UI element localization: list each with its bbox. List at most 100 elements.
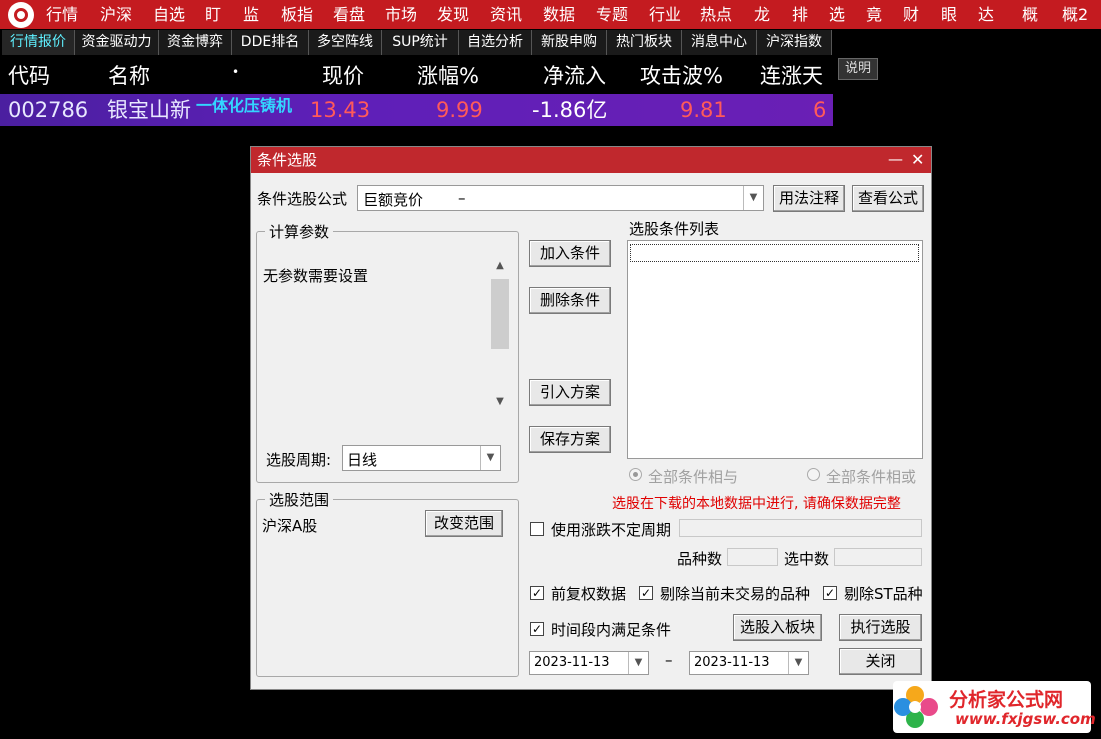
view-formula-button[interactable]: 查看公式	[852, 185, 924, 212]
radio-and[interactable]	[629, 468, 642, 481]
col-header-change[interactable]: 涨幅%	[417, 60, 479, 92]
menu-item-zixun[interactable]: 资讯	[490, 0, 522, 29]
condition-list[interactable]	[627, 240, 923, 459]
execute-button[interactable]: 执行选股	[839, 614, 922, 641]
usage-notes-button[interactable]: 用法注释	[773, 185, 845, 212]
local-data-warning: 选股在下载的本地数据中进行, 请确保数据完整	[612, 496, 901, 512]
scope-value: 沪深A股	[262, 517, 318, 535]
cell-up-days: 6	[813, 98, 827, 122]
tab-hot-sectors[interactable]: 热门板块	[607, 30, 682, 55]
tab-dde-rank[interactable]: DDE排名	[232, 30, 309, 55]
tab-news-center[interactable]: 消息中心	[682, 30, 757, 55]
change-scope-button[interactable]: 改变范围	[425, 510, 503, 537]
save-plan-button[interactable]: 保存方案	[529, 426, 611, 453]
scroll-thumb[interactable]	[491, 279, 509, 349]
col-header-dot: •	[232, 65, 240, 79]
pre-adjust-checkbox[interactable]: ✓	[530, 586, 544, 600]
tab-ipo[interactable]: 新股申购	[532, 30, 607, 55]
exclude-st-label: 剔除ST品种	[844, 585, 923, 603]
menu-item-banzhi[interactable]: 板指	[281, 0, 313, 29]
menu-item-zhuanti[interactable]: 专题	[596, 0, 628, 29]
cell-attack: 9.81	[680, 98, 727, 122]
menu-item-jing[interactable]: 竟	[866, 0, 882, 29]
tab-watchlist-analysis[interactable]: 自选分析	[459, 30, 532, 55]
watermark-text: 分析家公式网	[949, 689, 1064, 711]
date-to-select[interactable]: 2023-11-13 ▼	[689, 651, 809, 675]
condition-list-label: 选股条件列表	[629, 220, 720, 238]
date-from-value: 2023-11-13	[534, 655, 610, 670]
watermark-logo: 分析家公式网 www.fxjgsw.com	[893, 681, 1096, 733]
col-header-up-days[interactable]: 连涨天	[760, 60, 823, 92]
app-logo-icon[interactable]	[8, 2, 34, 28]
col-header-price[interactable]: 现价	[322, 60, 364, 92]
tab-fund-drive[interactable]: 资金驱动力	[75, 30, 159, 55]
menu-item-cai[interactable]: 财	[903, 0, 919, 29]
close-button[interactable]: 关闭	[839, 648, 922, 675]
menu-item-gai[interactable]: 概	[1022, 0, 1038, 29]
delete-condition-button[interactable]: 删除条件	[529, 287, 611, 314]
variety-count-field	[727, 548, 778, 566]
add-condition-button[interactable]: 加入条件	[529, 240, 611, 267]
tab-long-short[interactable]: 多空阵线	[309, 30, 382, 55]
chevron-down-icon[interactable]: ▼	[743, 186, 763, 210]
radio-or[interactable]	[807, 468, 820, 481]
date-separator: –	[665, 651, 673, 669]
menu-item-kanpan[interactable]: 看盘	[333, 0, 365, 29]
params-text: 无参数需要设置	[263, 267, 369, 285]
dialog-title-bar[interactable]: 条件选股 — ✕	[251, 147, 931, 173]
list-item[interactable]	[630, 244, 919, 262]
scope-group-title: 选股范围	[265, 489, 334, 510]
cell-concept-tag: 一体化压铸机	[196, 96, 293, 115]
col-header-net-inflow[interactable]: 净流入	[543, 60, 606, 92]
scroll-down-icon[interactable]: ▼	[491, 393, 509, 411]
tab-sup-stats[interactable]: SUP统计	[382, 30, 459, 55]
menu-item-redian[interactable]: 热点	[700, 0, 732, 29]
chevron-down-icon[interactable]: ▼	[480, 446, 500, 470]
formula-dash: –	[458, 189, 466, 207]
period-select[interactable]: 日线 ▼	[342, 445, 501, 471]
col-header-name[interactable]: 名称	[108, 60, 150, 92]
pre-adjust-label: 前复权数据	[551, 585, 627, 603]
menu-item-faxian[interactable]: 发现	[437, 0, 469, 29]
chevron-down-icon[interactable]: ▼	[628, 652, 648, 674]
explain-button[interactable]: 说明	[838, 58, 878, 80]
menu-item-gai2[interactable]: 概2	[1062, 0, 1088, 29]
radio-or-label: 全部条件相或	[826, 468, 917, 486]
variable-period-checkbox[interactable]	[530, 522, 544, 536]
period-value: 日线	[347, 451, 378, 469]
tab-fund-game[interactable]: 资金博弈	[159, 30, 232, 55]
menu-item-hangqing[interactable]: 行情	[46, 0, 78, 29]
time-range-checkbox[interactable]: ✓	[530, 622, 544, 636]
col-header-attack[interactable]: 攻击波%	[640, 60, 723, 92]
close-icon[interactable]: ✕	[911, 147, 924, 173]
menu-item-hangye[interactable]: 行业	[649, 0, 681, 29]
menu-item-shuju[interactable]: 数据	[543, 0, 575, 29]
scroll-up-icon[interactable]: ▲	[491, 257, 509, 275]
col-header-code[interactable]: 代码	[8, 60, 50, 92]
exclude-st-checkbox[interactable]: ✓	[823, 586, 837, 600]
condition-stock-dialog: 条件选股 — ✕ 条件选股公式 巨额竞价 – ▼ 用法注释 查看公式 计算参数 …	[250, 146, 932, 690]
menu-item-hushen[interactable]: 沪深	[100, 0, 132, 29]
menu-item-xuan[interactable]: 选	[829, 0, 845, 29]
menu-item-zixuan[interactable]: 自选	[153, 0, 185, 29]
selected-count-field	[834, 548, 922, 566]
params-scrollbar[interactable]: ▲ ▼	[491, 257, 509, 411]
tab-quotes[interactable]: 行情报价	[2, 30, 75, 55]
cell-code: 002786	[8, 98, 89, 122]
chevron-down-icon[interactable]: ▼	[788, 652, 808, 674]
menu-item-shichang[interactable]: 市场	[385, 0, 417, 29]
select-to-block-button[interactable]: 选股入板块	[733, 614, 822, 641]
minimize-icon[interactable]: —	[888, 147, 903, 171]
menu-item-long[interactable]: 龙	[754, 0, 770, 29]
menu-item-da[interactable]: 达	[978, 0, 994, 29]
tab-index[interactable]: 沪深指数	[757, 30, 832, 55]
formula-select[interactable]: 巨额竞价 – ▼	[357, 185, 764, 211]
menu-item-ding[interactable]: 盯	[205, 0, 221, 29]
menu-item-jian[interactable]: 监	[243, 0, 259, 29]
flower-logo-icon	[894, 686, 938, 728]
menu-item-yan[interactable]: 眼	[941, 0, 957, 29]
date-from-select[interactable]: 2023-11-13 ▼	[529, 651, 649, 675]
menu-item-pai[interactable]: 排	[792, 0, 808, 29]
import-plan-button[interactable]: 引入方案	[529, 379, 611, 406]
exclude-untraded-checkbox[interactable]: ✓	[639, 586, 653, 600]
